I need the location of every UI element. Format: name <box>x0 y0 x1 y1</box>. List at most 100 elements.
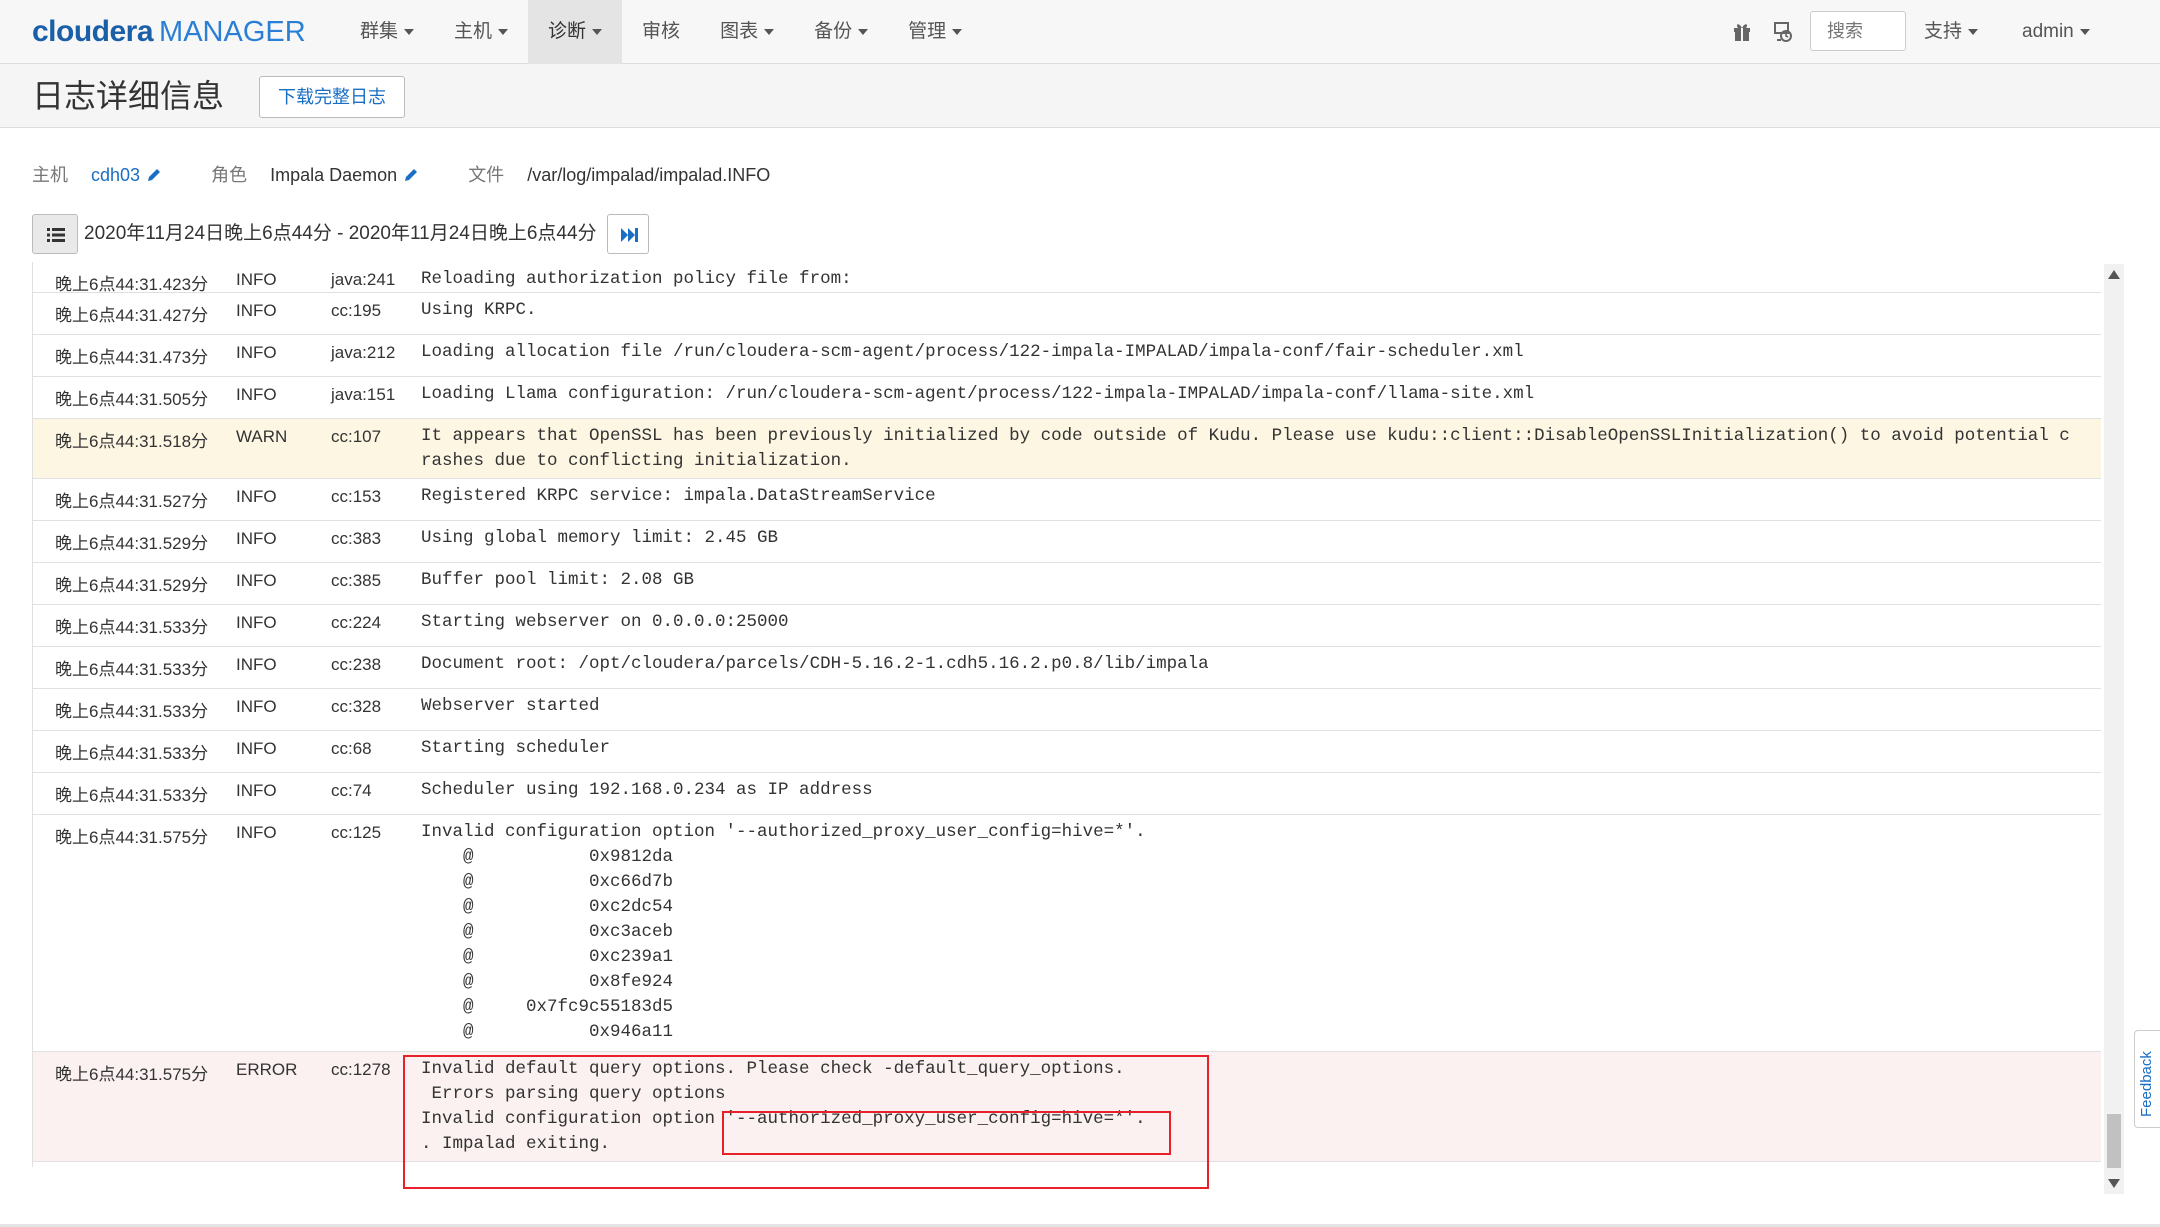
log-source: cc:74 <box>331 781 372 800</box>
log-time: 晚上6点44:31.427分 <box>55 306 209 325</box>
brand-cloudera: cloudera <box>32 15 154 48</box>
brand-manager: MANAGER <box>159 16 306 48</box>
log-level: INFO <box>236 823 277 842</box>
log-time: 晚上6点44:31.529分 <box>55 534 209 553</box>
file-label: 文件 <box>468 165 505 185</box>
log-source: java:241 <box>331 270 396 289</box>
log-source: cc:68 <box>331 739 372 758</box>
nav-item-label: 图表 <box>720 21 759 42</box>
log-table: 晚上6点44:31.423分 INFO java:241 Reloading auth… <box>32 262 2101 1167</box>
log-scrollbar[interactable] <box>2104 264 2124 1194</box>
scroll-thumb[interactable] <box>2107 1114 2121 1168</box>
chevron-down-icon <box>952 28 963 35</box>
log-message: Loading allocation file /run/cloudera-sc… <box>421 342 1524 362</box>
nav-item-label: 审核 <box>642 21 681 42</box>
log-row: 晚上6点44:31.527分 INFO cc:153 Registered KRPC … <box>33 479 2101 521</box>
log-time: 晚上6点44:31.527分 <box>55 492 209 511</box>
file-path: /var/log/impalad/impalad.INFO <box>527 165 771 185</box>
nav-item-0[interactable]: 群集 <box>340 0 434 64</box>
role-value: Impala Daemon <box>270 165 398 185</box>
log-level: INFO <box>236 343 277 362</box>
scroll-down-arrow[interactable] <box>2108 1179 2120 1188</box>
chevron-down-icon <box>592 28 603 35</box>
host-label: 主机 <box>32 165 68 185</box>
log-row: 晚上6点44:31.473分 INFO java:212 Loading alloca… <box>33 335 2101 377</box>
log-context: 主机 cdh03 角色 Impala Daemon 文件 /var/log/im… <box>32 160 770 190</box>
log-message: Starting scheduler <box>421 738 611 758</box>
nav-item-6[interactable]: 管理 <box>888 0 982 64</box>
log-message: Loading Llama configuration: /run/cloude… <box>421 384 1535 404</box>
log-message: Using KRPC. <box>421 300 537 320</box>
chevron-down-icon <box>404 28 415 35</box>
user-label: admin <box>2022 21 2074 42</box>
log-source: cc:238 <box>331 655 382 674</box>
role-label: 角色 <box>211 165 248 185</box>
support-label: 支持 <box>1924 21 1963 42</box>
log-source: cc:328 <box>331 697 382 716</box>
log-message: Registered KRPC service: impala.DataStre… <box>421 486 936 506</box>
log-level: INFO <box>236 655 277 674</box>
page-header: 日志详细信息 下载完整日志 <box>0 64 2160 128</box>
log-row: 晚上6点44:31.575分 ERROR cc:1278 Invalid defaul… <box>33 1052 2101 1162</box>
log-time: 晚上6点44:31.533分 <box>55 618 209 637</box>
nav-item-1[interactable]: 主机 <box>434 0 528 64</box>
nav-item-5[interactable]: 备份 <box>794 0 888 64</box>
log-message: Using global memory limit: 2.45 GB <box>421 528 779 548</box>
gift-icon[interactable] <box>1732 22 1752 42</box>
download-full-log-button[interactable]: 下载完整日志 <box>259 76 405 118</box>
log-time: 晚上6点44:31.575分 <box>55 1065 209 1084</box>
chevron-down-icon <box>2079 28 2090 35</box>
log-source: cc:107 <box>331 427 382 446</box>
log-level: INFO <box>236 781 277 800</box>
log-level: WARN <box>236 427 288 446</box>
nav-item-3[interactable]: 审核 <box>622 0 700 64</box>
list-icon <box>47 228 65 242</box>
log-row: 晚上6点44:31.423分 INFO java:241 Reloading auth… <box>33 262 2101 294</box>
nav-item-label: 群集 <box>360 21 399 42</box>
pencil-icon[interactable] <box>403 167 419 183</box>
page-title: 日志详细信息 <box>32 78 225 114</box>
log-source: java:212 <box>331 343 396 362</box>
log-row: 晚上6点44:31.427分 INFO cc:195 Using KRPC. <box>33 293 2101 335</box>
host-link[interactable]: cdh03 <box>91 165 140 185</box>
log-source: cc:385 <box>331 571 382 590</box>
log-time: 晚上6点44:31.575分 <box>55 828 209 847</box>
running-commands-icon[interactable] <box>1772 21 1794 43</box>
chevron-down-icon <box>858 28 869 35</box>
log-time: 晚上6点44:31.533分 <box>55 744 209 763</box>
log-level: INFO <box>236 385 277 404</box>
log-level: INFO <box>236 487 277 506</box>
pencil-icon[interactable] <box>146 167 162 183</box>
log-time: 晚上6点44:31.505分 <box>55 390 209 409</box>
nav-item-2[interactable]: 诊断 <box>528 0 623 64</box>
log-time: 晚上6点44:31.423分 <box>55 275 209 294</box>
log-level: INFO <box>236 270 277 289</box>
support-menu[interactable]: 支持 <box>1924 0 1979 64</box>
time-range-text: 2020年11月24日晚上6点44分 - 2020年11月24日晚上6点44分 <box>84 223 597 244</box>
search-input[interactable] <box>1810 11 1906 51</box>
log-list-toggle-button[interactable] <box>32 214 78 254</box>
cloudera-manager-logo[interactable]: cloudera MANAGER <box>32 12 306 52</box>
scroll-up-arrow[interactable] <box>2108 270 2120 279</box>
nav-item-4[interactable]: 图表 <box>700 0 794 64</box>
log-source: cc:195 <box>331 301 382 320</box>
log-message: Invalid default query options. Please ch… <box>421 1059 1146 1154</box>
log-row: 晚上6点44:31.575分 INFO cc:125 Invalid configur… <box>33 815 2101 1052</box>
log-level: INFO <box>236 739 277 758</box>
chevron-down-icon <box>764 28 775 35</box>
log-level: INFO <box>236 529 277 548</box>
log-level: INFO <box>236 301 277 320</box>
log-source: cc:383 <box>331 529 382 548</box>
log-source: cc:1278 <box>331 1060 391 1079</box>
main-nav: 群集 主机 诊断 审核 图表 备份 管理 <box>340 0 982 64</box>
log-message: Reloading authorization policy file from… <box>421 269 852 289</box>
jump-to-end-button[interactable] <box>607 214 649 254</box>
feedback-tab[interactable]: Feedback <box>2134 1030 2160 1128</box>
log-row: 晚上6点44:31.529分 INFO cc:385 Buffer pool limi… <box>33 563 2101 605</box>
user-menu[interactable]: admin <box>2022 0 2090 64</box>
log-time: 晚上6点44:31.529分 <box>55 576 209 595</box>
log-level: INFO <box>236 571 277 590</box>
log-message: Scheduler using 192.168.0.234 as IP addr… <box>421 780 873 800</box>
nav-item-label: 主机 <box>454 21 493 42</box>
chevron-down-icon <box>498 28 509 35</box>
